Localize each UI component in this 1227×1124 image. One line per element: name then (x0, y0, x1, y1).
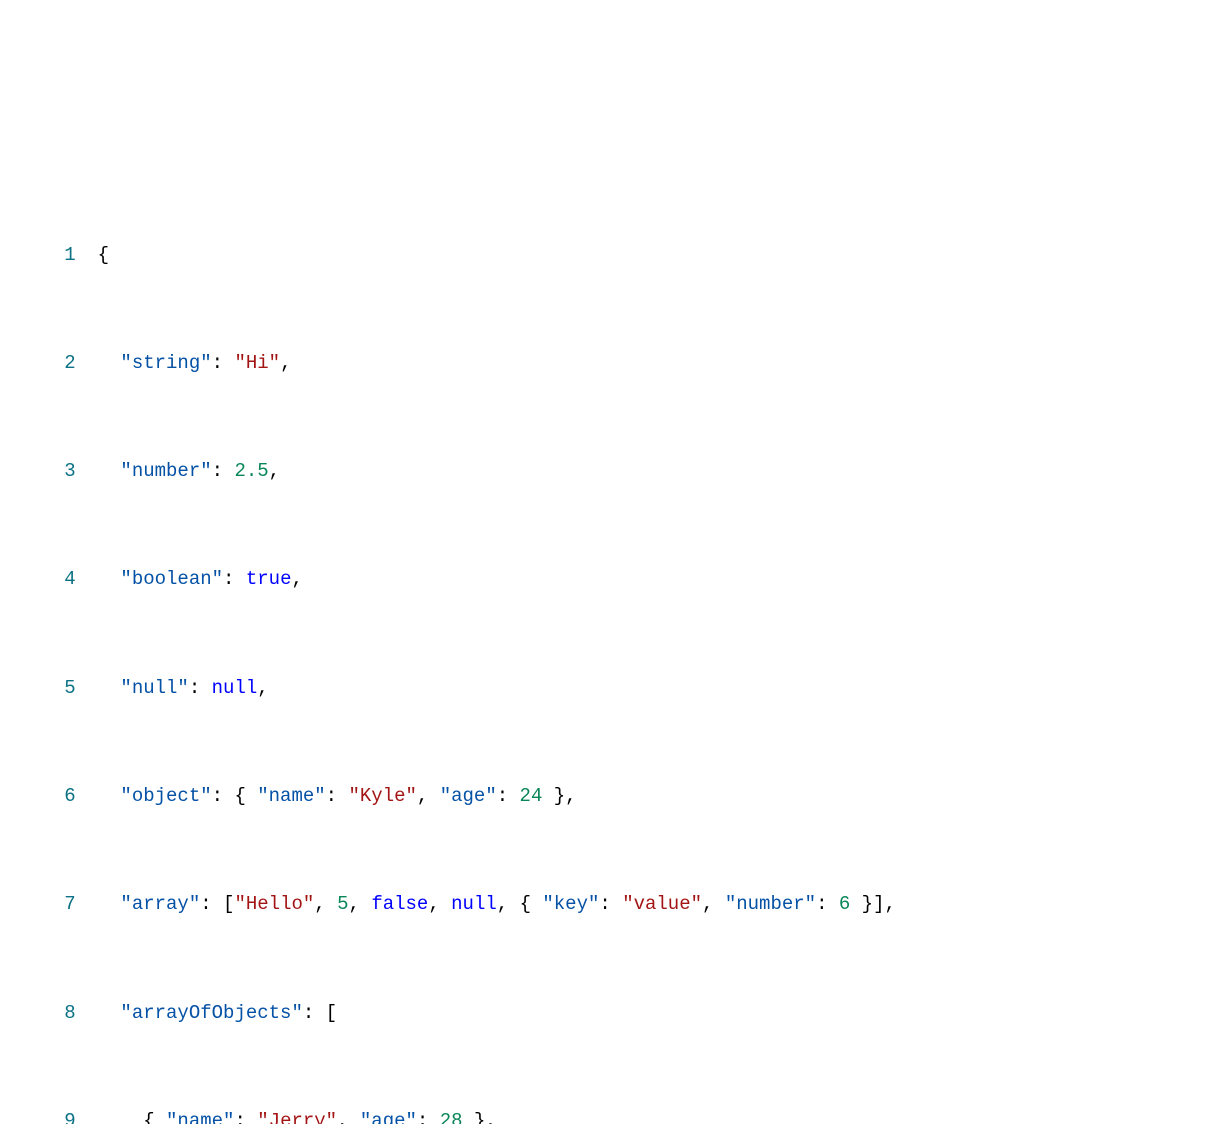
code-token: 28 (440, 1110, 463, 1124)
line-number: 5 (30, 670, 76, 706)
code-line[interactable]: "boolean": true, (98, 561, 896, 597)
code-token: }], (850, 893, 896, 915)
code-token: 24 (520, 785, 543, 807)
code-token: : (234, 1110, 257, 1124)
code-token: "number" (725, 893, 816, 915)
code-token: : (189, 677, 212, 699)
code-token: , (269, 460, 280, 482)
code-token: "age" (360, 1110, 417, 1124)
code-line[interactable]: "string": "Hi", (98, 345, 896, 381)
code-token: }, (542, 785, 576, 807)
code-token: null (212, 677, 258, 699)
code-token: : (816, 893, 839, 915)
code-token: "array" (120, 893, 200, 915)
code-token: "object" (120, 785, 211, 807)
code-token: "boolean" (120, 568, 223, 590)
code-token: , (337, 1110, 360, 1124)
code-token: , (291, 568, 302, 590)
code-token: "name" (166, 1110, 234, 1124)
line-number: 4 (30, 561, 76, 597)
code-token: { (98, 244, 109, 266)
code-token: : (212, 460, 235, 482)
code-token (98, 1002, 121, 1024)
code-token: , (417, 785, 440, 807)
line-number: 1 (30, 237, 76, 273)
code-token: , (428, 893, 451, 915)
code-token: null (451, 893, 497, 915)
line-number: 8 (30, 995, 76, 1031)
code-token: : (326, 785, 349, 807)
line-number: 9 (30, 1103, 76, 1124)
code-token (98, 893, 121, 915)
code-token: "string" (120, 352, 211, 374)
code-token: "Hi" (234, 352, 280, 374)
code-content[interactable]: { "string": "Hi", "number": 2.5, "boolea… (98, 164, 896, 1124)
code-token (98, 352, 121, 374)
code-line[interactable]: "arrayOfObjects": [ (98, 995, 896, 1031)
line-number: 7 (30, 886, 76, 922)
code-token: : (223, 568, 246, 590)
code-token: "key" (542, 893, 599, 915)
code-token: : [ (303, 1002, 337, 1024)
code-token: 2.5 (234, 460, 268, 482)
code-token: "Kyle" (348, 785, 416, 807)
code-token: : [ (200, 893, 234, 915)
line-number-gutter: 1 2 3 4 5 6 7 8 9 10 11 12 13 (30, 164, 98, 1124)
code-token: "name" (257, 785, 325, 807)
code-line[interactable]: { (98, 237, 896, 273)
code-token: "Jerry" (257, 1110, 337, 1124)
code-token: , (257, 677, 268, 699)
code-token: , (702, 893, 725, 915)
code-token: true (246, 568, 292, 590)
code-token: "value" (622, 893, 702, 915)
code-token: : (599, 893, 622, 915)
line-number: 6 (30, 778, 76, 814)
code-token: false (371, 893, 428, 915)
code-token (98, 785, 121, 807)
code-token: "arrayOfObjects" (120, 1002, 302, 1024)
code-editor[interactable]: 1 2 3 4 5 6 7 8 9 10 11 12 13 { "string"… (30, 164, 1197, 1124)
code-token: : (417, 1110, 440, 1124)
code-token: : (212, 352, 235, 374)
code-token: : { (212, 785, 258, 807)
code-token: }, (463, 1110, 497, 1124)
code-token (98, 677, 121, 699)
code-token: , (280, 352, 291, 374)
code-token: { (98, 1110, 166, 1124)
code-token: , (314, 893, 337, 915)
line-number: 2 (30, 345, 76, 381)
code-token: "number" (120, 460, 211, 482)
code-token: : (497, 785, 520, 807)
code-token (98, 568, 121, 590)
code-token: , { (497, 893, 543, 915)
code-line[interactable]: "null": null, (98, 670, 896, 706)
code-token: , (349, 893, 372, 915)
code-line[interactable]: "array": ["Hello", 5, false, null, { "ke… (98, 886, 896, 922)
code-line[interactable]: "number": 2.5, (98, 453, 896, 489)
code-token: "Hello" (234, 893, 314, 915)
code-token: 6 (839, 893, 850, 915)
code-token (98, 460, 121, 482)
line-number: 3 (30, 453, 76, 489)
code-token: 5 (337, 893, 348, 915)
code-token: "age" (440, 785, 497, 807)
code-line[interactable]: { "name": "Jerry", "age": 28 }, (98, 1103, 896, 1124)
code-line[interactable]: "object": { "name": "Kyle", "age": 24 }, (98, 778, 896, 814)
code-token: "null" (120, 677, 188, 699)
